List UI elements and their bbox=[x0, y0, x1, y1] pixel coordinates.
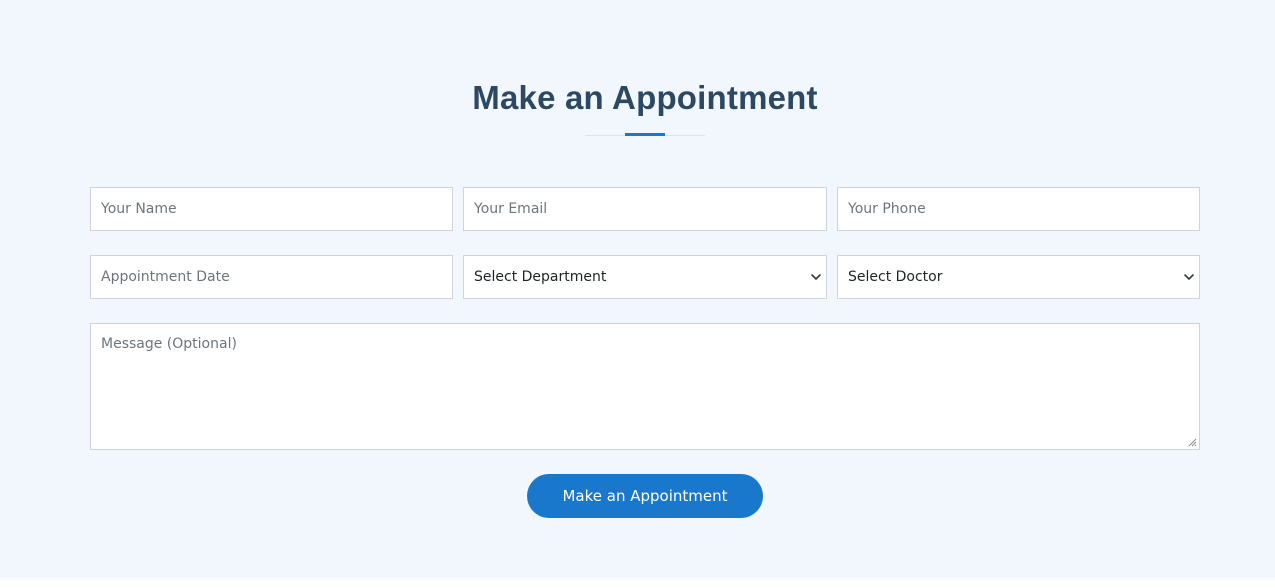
department-select[interactable]: Select Department bbox=[463, 255, 827, 299]
message-textarea[interactable] bbox=[90, 323, 1200, 450]
section-title: Make an Appointment bbox=[472, 79, 818, 116]
make-appointment-button[interactable]: Make an Appointment bbox=[527, 474, 763, 518]
title-divider-accent bbox=[625, 133, 665, 136]
doctor-select[interactable]: Select Doctor bbox=[837, 255, 1200, 299]
appointment-date-input[interactable] bbox=[90, 255, 453, 299]
phone-input[interactable] bbox=[837, 187, 1200, 231]
department-select-value: Select Department bbox=[474, 269, 607, 285]
doctor-select-value: Select Doctor bbox=[848, 269, 943, 285]
email-input[interactable] bbox=[463, 187, 827, 231]
name-input[interactable] bbox=[90, 187, 453, 231]
appointment-section: Make an Appointment Select Department Se… bbox=[0, 0, 1275, 578]
